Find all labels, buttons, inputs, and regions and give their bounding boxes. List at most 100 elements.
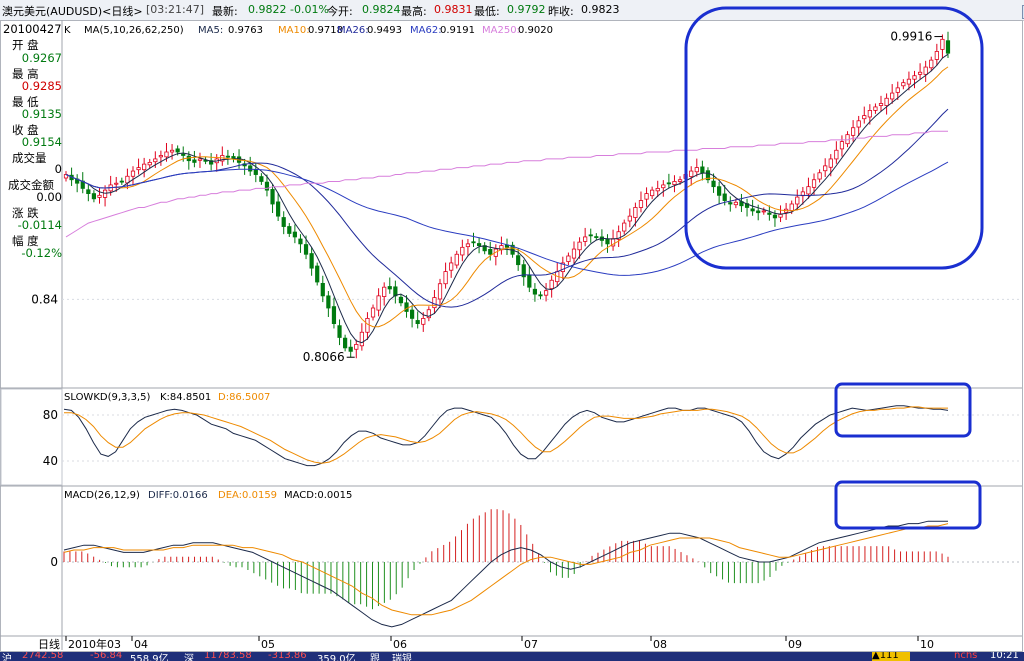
status-sh-value: 2742.58 xyxy=(22,652,64,661)
ma10-line xyxy=(65,66,949,328)
candle xyxy=(281,217,286,227)
candle xyxy=(264,181,270,191)
candle xyxy=(538,294,543,297)
candle xyxy=(147,161,152,166)
kd-axis-box xyxy=(0,388,63,486)
candle xyxy=(287,226,292,234)
high-annotation: 0.9916 xyxy=(890,30,932,44)
candle xyxy=(410,309,415,319)
candle xyxy=(756,210,761,214)
x-tick-label: 09 xyxy=(788,638,802,651)
macd-value-label: MACD:0.0015 xyxy=(284,490,352,501)
candle xyxy=(605,238,610,245)
candle xyxy=(655,187,660,192)
candle xyxy=(940,38,945,50)
candle xyxy=(365,317,370,333)
candle xyxy=(326,295,331,309)
ma-legend-value: 0.9493 xyxy=(367,25,402,36)
ma-legend-value: 0.9020 xyxy=(518,25,553,36)
candle xyxy=(733,201,738,206)
k-value-label: K:84.8501 xyxy=(160,392,211,403)
x-tick-label: 08 xyxy=(653,638,667,651)
candle xyxy=(415,320,420,325)
kd-y-tick-label: 80 xyxy=(43,408,58,422)
ma-legend-name: MA250: xyxy=(482,25,520,36)
status-follow: 跟 xyxy=(370,654,380,661)
candle xyxy=(890,92,895,100)
candle xyxy=(253,169,258,175)
candle xyxy=(119,180,124,183)
candle xyxy=(851,127,856,136)
candle xyxy=(945,40,951,54)
candle xyxy=(878,103,884,106)
status-index-sz: 深 xyxy=(184,654,194,661)
ma-legend-name: MA5: xyxy=(198,25,223,36)
candle xyxy=(331,306,337,325)
macd-label: MACD(26,12,9) xyxy=(64,490,140,501)
candle xyxy=(337,325,342,338)
candle xyxy=(672,181,677,185)
candle xyxy=(532,288,538,295)
candle xyxy=(862,115,867,120)
candle xyxy=(348,346,353,352)
status-sh-amount: 558.9亿 xyxy=(130,654,169,661)
candle xyxy=(839,141,845,150)
macd-y-tick-label: 0 xyxy=(50,555,58,569)
candle xyxy=(471,241,476,244)
candle xyxy=(583,236,588,242)
kd-y-tick-label: 40 xyxy=(43,454,58,468)
candle xyxy=(387,286,392,290)
candle xyxy=(666,182,671,185)
candle xyxy=(114,182,119,185)
chart-canvas: 0.84 K MA(5,10,26,62,250) MA5: 0.9763 MA10: 0.… xyxy=(0,6,1023,652)
candle xyxy=(248,165,253,172)
candle xyxy=(276,201,281,217)
low-annotation: 0.8066 xyxy=(303,350,345,364)
candle xyxy=(460,246,465,256)
status-right-text: nchs xyxy=(954,652,978,661)
candle xyxy=(722,193,727,201)
ma26-line xyxy=(65,108,949,308)
candle xyxy=(638,200,644,208)
candle xyxy=(354,343,359,350)
ma-legend-value: 0.9763 xyxy=(228,25,263,36)
candle xyxy=(136,167,141,171)
candle xyxy=(901,82,906,87)
ma-legend-name: MA10: xyxy=(278,25,310,36)
diff-value-label: DIFF:0.0166 xyxy=(148,490,208,501)
candle xyxy=(895,87,900,93)
candle xyxy=(929,59,934,69)
candle xyxy=(923,66,928,75)
candle xyxy=(811,179,817,188)
k-line xyxy=(63,405,949,467)
ma-legend-name: MA26: xyxy=(337,25,369,36)
candle xyxy=(772,214,778,219)
candle xyxy=(867,110,872,118)
candle xyxy=(934,51,939,60)
candle xyxy=(834,149,839,160)
candle xyxy=(315,265,320,283)
candle xyxy=(164,151,169,158)
candle xyxy=(292,231,297,238)
candle xyxy=(91,193,97,200)
candle xyxy=(382,286,387,297)
candle xyxy=(917,71,923,75)
candle xyxy=(320,282,325,297)
candle xyxy=(856,120,861,128)
candle xyxy=(527,275,532,288)
candle xyxy=(476,243,482,247)
ma-legend-value: 0.9191 xyxy=(440,25,475,36)
status-broker: 瑞银 xyxy=(392,654,412,661)
candle xyxy=(454,253,459,266)
candle xyxy=(465,243,471,248)
candle xyxy=(650,189,655,197)
price-indicator-label: K xyxy=(64,25,71,36)
candle xyxy=(622,222,627,232)
price-y-tick-label: 0.84 xyxy=(31,292,58,306)
candle xyxy=(571,248,577,259)
x-tick-label: 2010年03 xyxy=(68,637,121,651)
candle xyxy=(449,262,454,271)
status-sz-value: 11783.58 xyxy=(204,652,252,661)
candle xyxy=(86,189,91,195)
candle xyxy=(142,163,147,171)
